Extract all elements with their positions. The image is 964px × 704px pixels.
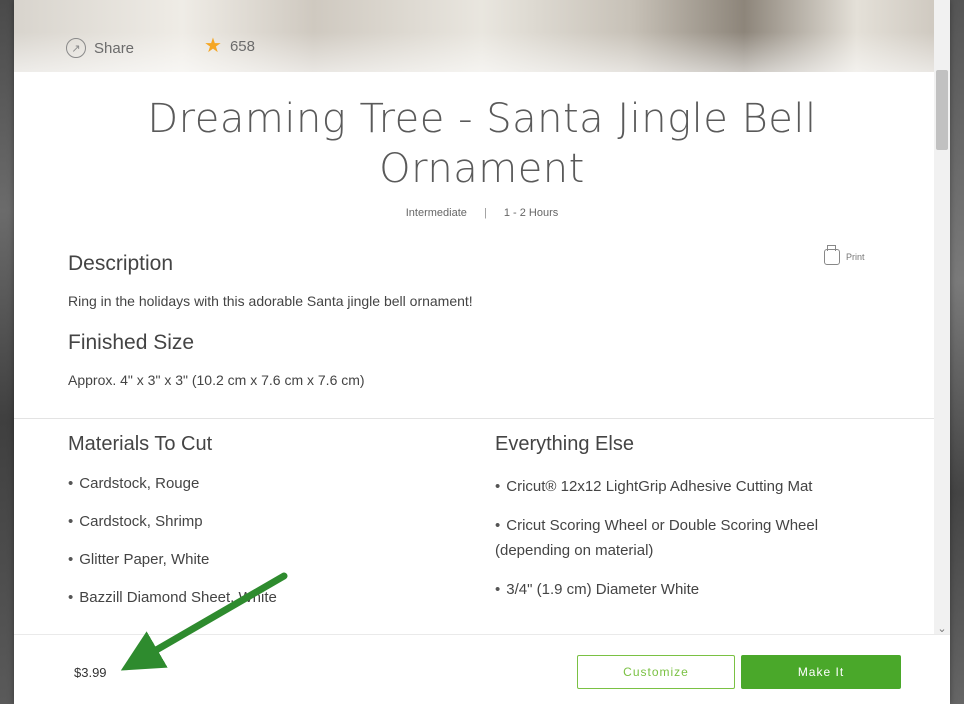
finished-size-text: Approx. 4" x 3" x 3" (10.2 cm x 7.6 cm x…	[68, 372, 365, 388]
printer-icon	[824, 245, 840, 265]
material-item: Glitter Paper, White	[68, 550, 448, 569]
materials-heading: Materials To Cut	[68, 433, 213, 455]
project-modal: ↗ Share ★ 658 Dreaming Tree - Santa Jing…	[14, 0, 950, 704]
description-heading: Description	[68, 252, 174, 275]
share-button[interactable]: ↗ Share	[66, 38, 134, 58]
supply-item: 3/4" (1.9 cm) Diameter White	[495, 577, 865, 602]
material-item: Bazzill Diamond Sheet, White	[68, 588, 448, 607]
share-icon: ↗	[66, 38, 86, 58]
share-label: Share	[94, 39, 135, 57]
print-button[interactable]: Print	[824, 245, 865, 265]
meta-separator: |	[483, 207, 487, 219]
scrollbar[interactable]: ⌄	[934, 0, 950, 635]
section-divider	[14, 418, 950, 419]
material-item: Cardstock, Rouge	[68, 474, 448, 493]
finished-size-heading: Finished Size	[68, 331, 195, 354]
everything-else-heading: Everything Else	[495, 433, 634, 455]
project-title-line2: Ornament	[379, 146, 585, 192]
background-left-strip	[0, 0, 14, 704]
supply-item: Cricut® 12x12 LightGrip Adhesive Cutting…	[495, 474, 865, 499]
hero-image	[14, 0, 950, 72]
price-label: $3.99	[74, 665, 107, 680]
project-title-line1: Dreaming Tree - Santa Jingle Bell	[147, 96, 817, 142]
make-it-button[interactable]: Make It	[741, 655, 901, 689]
materials-section: Materials To Cut Cardstock, Rouge Cardst…	[68, 433, 448, 626]
difficulty-label: Intermediate	[405, 207, 467, 219]
everything-else-section: Everything Else Cricut® 12x12 LightGrip …	[495, 433, 865, 616]
duration-label: 1 - 2 Hours	[503, 207, 559, 219]
project-meta: Intermediate | 1 - 2 Hours	[14, 207, 950, 219]
star-icon: ★	[204, 35, 222, 57]
scrollbar-thumb[interactable]	[936, 70, 948, 150]
materials-list: Cardstock, Rouge Cardstock, Shrimp Glitt…	[68, 474, 448, 607]
favorite-button[interactable]: ★ 658	[204, 36, 255, 56]
background-right-strip	[950, 0, 964, 704]
favorites-count: 658	[229, 37, 255, 55]
modal-footer: $3.99 Customize Make It	[14, 634, 950, 704]
everything-else-list: Cricut® 12x12 LightGrip Adhesive Cutting…	[495, 474, 865, 602]
customize-button[interactable]: Customize	[577, 655, 735, 689]
material-item: Cardstock, Shrimp	[68, 512, 448, 531]
print-label: Print	[846, 252, 865, 262]
project-title: Dreaming Tree - Santa Jingle Bell Orname…	[14, 94, 950, 194]
supply-item: Cricut Scoring Wheel or Double Scoring W…	[495, 513, 865, 563]
description-text: Ring in the holidays with this adorable …	[68, 293, 473, 309]
